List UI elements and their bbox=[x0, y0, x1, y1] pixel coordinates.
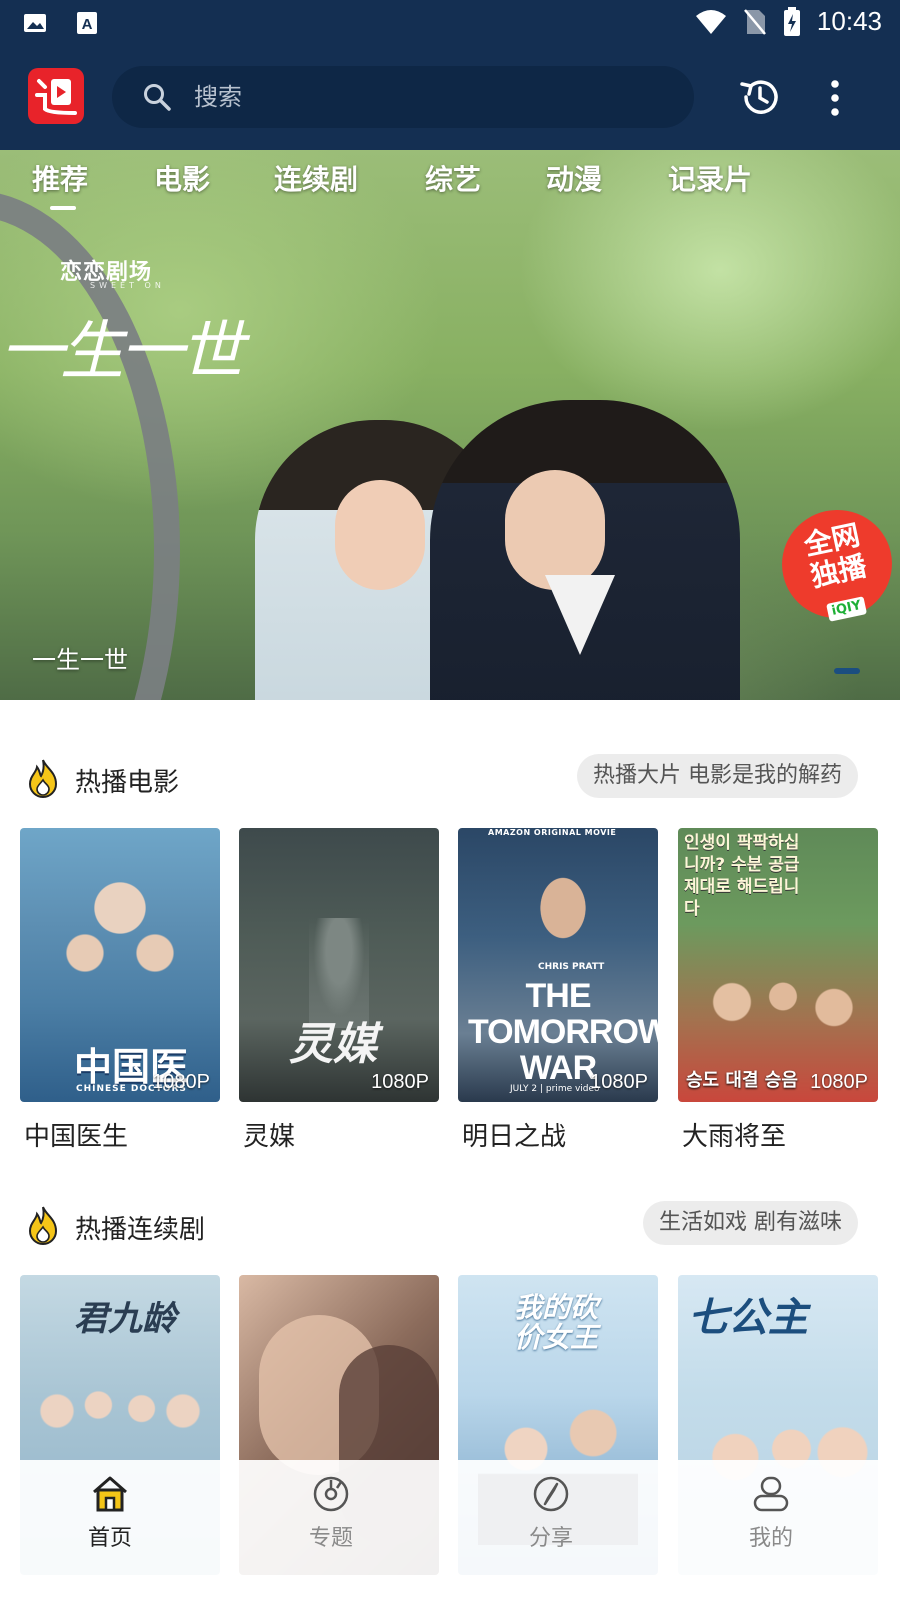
movie-poster[interactable]: 灵媒 1080P bbox=[239, 828, 439, 1102]
quality-badge: 1080P bbox=[152, 1071, 210, 1093]
hot-movies-header: 热播电影 热播大片 电影是我的解药 bbox=[0, 754, 900, 804]
disc-icon bbox=[313, 1476, 349, 1512]
carousel-indicator bbox=[834, 668, 860, 674]
svg-text:A: A bbox=[82, 16, 93, 33]
section-slogan[interactable]: 生活如戏 剧有滋味 bbox=[643, 1201, 858, 1245]
section-slogan[interactable]: 热播大片 电影是我的解药 bbox=[577, 754, 858, 798]
tab-recommend[interactable]: 推荐 bbox=[32, 158, 88, 210]
app-logo-icon bbox=[35, 79, 77, 115]
app-logo[interactable] bbox=[28, 68, 84, 124]
category-tabs: 推荐 电影 连续剧 综艺 动漫 记录片 bbox=[0, 150, 900, 210]
font-icon: A bbox=[77, 12, 97, 34]
search-bar[interactable] bbox=[112, 66, 694, 128]
tab-anime[interactable]: 动漫 bbox=[546, 158, 602, 198]
movie-poster[interactable]: 中国医生 CHINESE DOCTORS 1080P bbox=[20, 828, 220, 1102]
fire-icon bbox=[28, 1206, 58, 1245]
image-icon bbox=[24, 14, 46, 32]
search-icon bbox=[144, 84, 171, 111]
hot-series-header: 热播连续剧 生活如戏 剧有滋味 bbox=[0, 1201, 900, 1251]
banner-caption: 一生一世 bbox=[32, 646, 128, 674]
more-vert-icon[interactable] bbox=[822, 78, 848, 118]
nav-mine[interactable]: 我的 bbox=[711, 1474, 831, 1552]
banner-brand-sub: SWEET ON bbox=[90, 281, 165, 290]
tab-variety[interactable]: 综艺 bbox=[425, 158, 481, 198]
quality-badge: 1080P bbox=[810, 1071, 868, 1093]
exclusive-badge: 全网 独播 iQIY bbox=[771, 499, 900, 629]
fire-icon bbox=[28, 759, 58, 798]
compass-icon bbox=[533, 1476, 569, 1512]
history-icon[interactable] bbox=[738, 76, 780, 118]
movie-poster[interactable]: AMAZON ORIGINAL MOVIE CHRIS PRATT THE TO… bbox=[458, 828, 658, 1102]
nav-topics[interactable]: 专题 bbox=[271, 1474, 391, 1552]
tab-movies[interactable]: 电影 bbox=[154, 158, 210, 198]
tab-series[interactable]: 连续剧 bbox=[274, 158, 358, 198]
movie-title[interactable]: 大雨将至 bbox=[682, 1116, 786, 1153]
nav-share[interactable]: 分享 bbox=[491, 1474, 611, 1552]
user-icon bbox=[753, 1476, 789, 1512]
movie-title[interactable]: 明日之战 bbox=[462, 1116, 566, 1153]
battery-charging-icon bbox=[783, 6, 800, 36]
tab-documentary[interactable]: 记录片 bbox=[668, 158, 752, 198]
wifi-icon bbox=[695, 9, 726, 34]
section-title: 热播连续剧 bbox=[75, 1215, 206, 1245]
home-icon bbox=[93, 1476, 127, 1512]
quality-badge: 1080P bbox=[590, 1071, 648, 1093]
nav-home[interactable]: 首页 bbox=[50, 1474, 170, 1552]
search-input[interactable] bbox=[194, 83, 634, 111]
movie-title[interactable]: 灵媒 bbox=[243, 1116, 295, 1153]
banner-title-art: 一生一世 bbox=[0, 315, 244, 389]
top-bar bbox=[0, 50, 900, 150]
quality-badge: 1080P bbox=[371, 1071, 429, 1093]
status-time: 10:43 bbox=[816, 6, 882, 36]
status-bar: A 10:43 bbox=[0, 0, 900, 50]
movie-title[interactable]: 中国医生 bbox=[24, 1116, 128, 1153]
no-sim-icon bbox=[743, 8, 766, 35]
banner-carousel[interactable]: 恋恋剧场 SWEET ON 一生一世 全网 独播 iQIY 一生一世 bbox=[0, 150, 900, 700]
movie-poster[interactable]: 인생이 팍팍하십니까? 수분 공급 제대로 해드립니다 승도 대결 승음 108… bbox=[678, 828, 878, 1102]
bottom-nav: 首页 专题 分享 我的 bbox=[0, 1460, 900, 1600]
section-title: 热播电影 bbox=[75, 768, 180, 798]
